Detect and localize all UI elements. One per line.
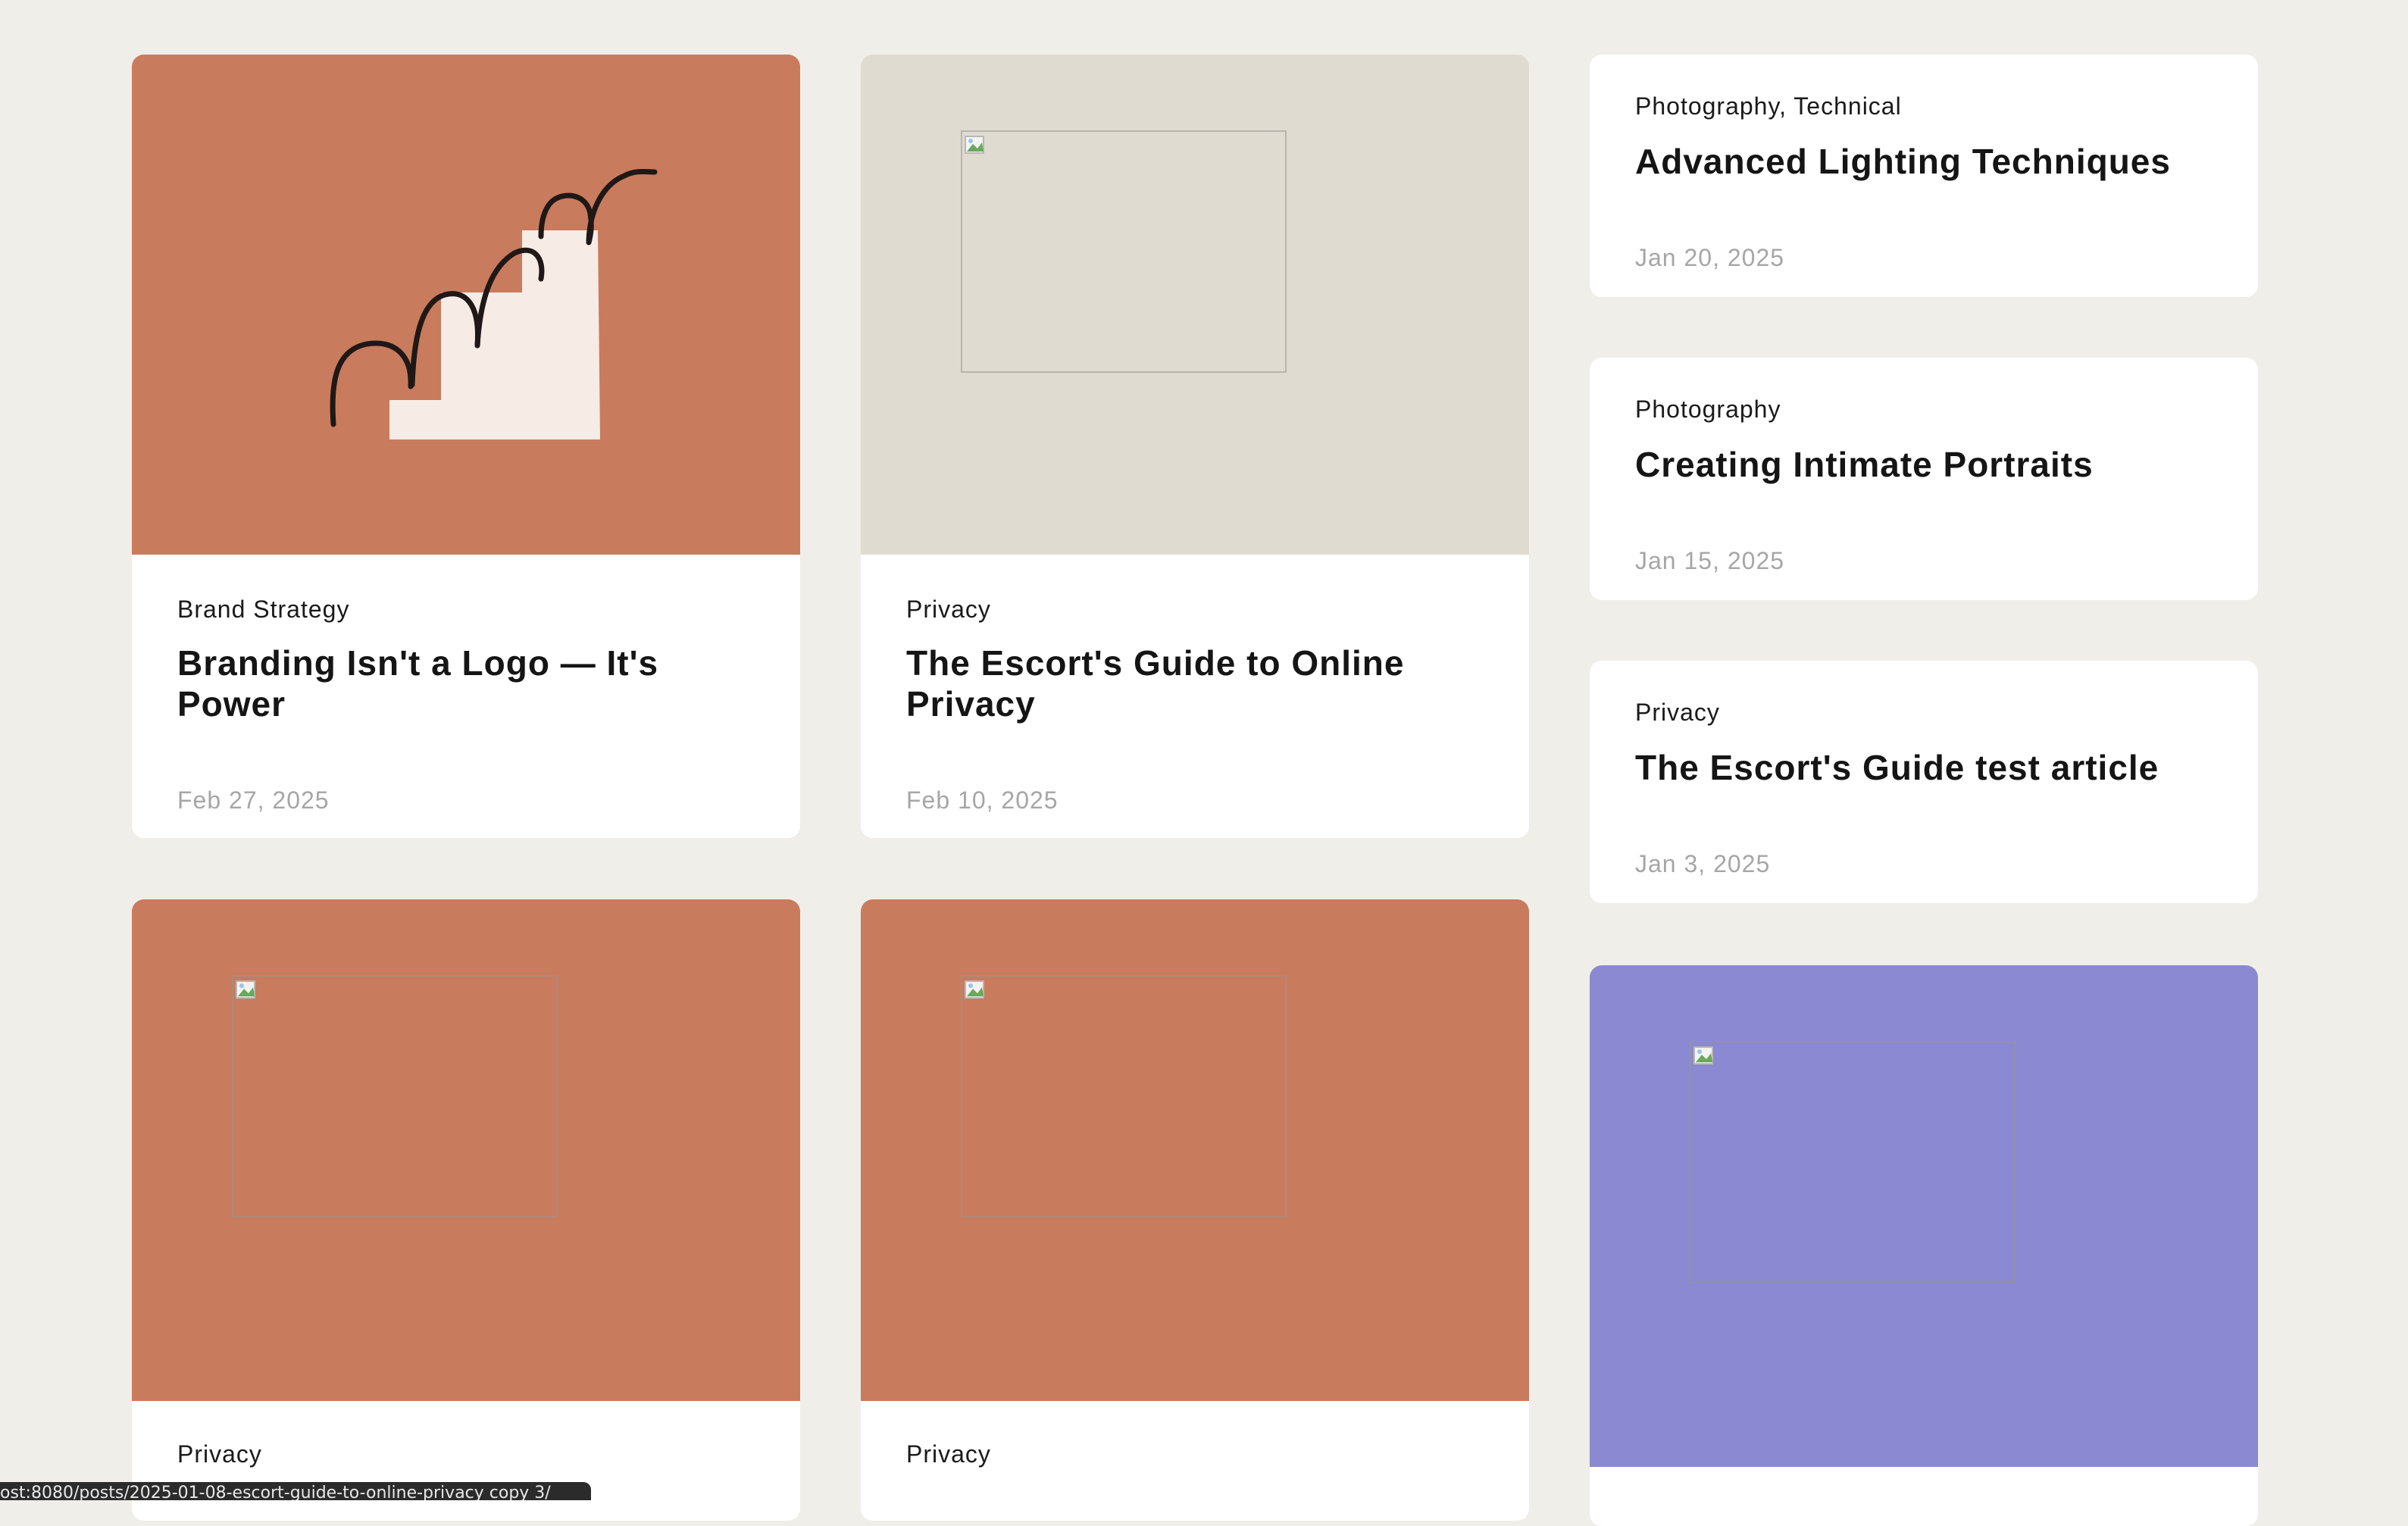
post-category[interactable]: Privacy xyxy=(906,1437,1484,1471)
post-card-branding[interactable]: Brand Strategy Branding Isn't a Logo — I… xyxy=(132,55,800,838)
status-url: ost:8080/posts/2025-01-08-escort-guide-t… xyxy=(0,1484,551,1500)
post-category[interactable]: Privacy xyxy=(177,1437,755,1471)
post-category[interactable]: Privacy xyxy=(1635,696,2213,729)
broken-image-icon xyxy=(961,975,1287,1218)
post-date: Jan 15, 2025 xyxy=(1635,547,1785,574)
post-date: Jan 3, 2025 xyxy=(1635,850,1771,877)
post-card-online-privacy[interactable]: Privacy The Escort's Guide to Online Pri… xyxy=(861,55,1529,838)
post-title[interactable]: Creating Intimate Portraits xyxy=(1635,444,2213,485)
broken-image-icon xyxy=(961,130,1287,373)
post-card-image[interactable] xyxy=(1590,965,2258,1467)
post-title[interactable]: The Escort's Guide to Online Privacy xyxy=(906,643,1484,724)
post-card-image[interactable] xyxy=(861,899,1529,1401)
broken-image-icon xyxy=(232,975,558,1218)
broken-image-icon xyxy=(1690,1041,2016,1284)
side-post-test-article[interactable]: Privacy The Escort's Guide test article … xyxy=(1590,661,2258,903)
post-title[interactable]: The Escort's Guide test article xyxy=(1635,747,2213,788)
post-date: Feb 10, 2025 xyxy=(906,786,1059,814)
post-date: Jan 20, 2025 xyxy=(1635,244,1785,271)
post-card-lower-3[interactable] xyxy=(1590,965,2258,1526)
post-date: Feb 27, 2025 xyxy=(177,786,330,814)
post-category[interactable]: Brand Strategy xyxy=(177,593,755,626)
post-card-image[interactable] xyxy=(132,55,800,555)
post-card-lower-2[interactable]: Privacy xyxy=(861,899,1529,1521)
stairs-illustration xyxy=(330,168,658,439)
side-post-portraits[interactable]: Photography Creating Intimate Portraits … xyxy=(1590,358,2258,600)
post-card-image[interactable] xyxy=(132,899,800,1401)
side-post-lighting[interactable]: Photography, Technical Advanced Lighting… xyxy=(1590,55,2258,297)
browser-status-bar: ost:8080/posts/2025-01-08-escort-guide-t… xyxy=(0,1482,591,1500)
post-card-image[interactable] xyxy=(861,55,1529,555)
post-category[interactable]: Privacy xyxy=(906,593,1484,626)
post-title[interactable]: Advanced Lighting Techniques xyxy=(1635,141,2213,182)
post-card-lower-1[interactable]: Privacy xyxy=(132,899,800,1521)
post-category[interactable]: Photography, Technical xyxy=(1635,89,2213,123)
post-category[interactable]: Photography xyxy=(1635,392,2213,426)
post-grid: Brand Strategy Branding Isn't a Logo — I… xyxy=(0,0,2408,1526)
post-title[interactable]: Branding Isn't a Logo — It's Power xyxy=(177,643,755,724)
